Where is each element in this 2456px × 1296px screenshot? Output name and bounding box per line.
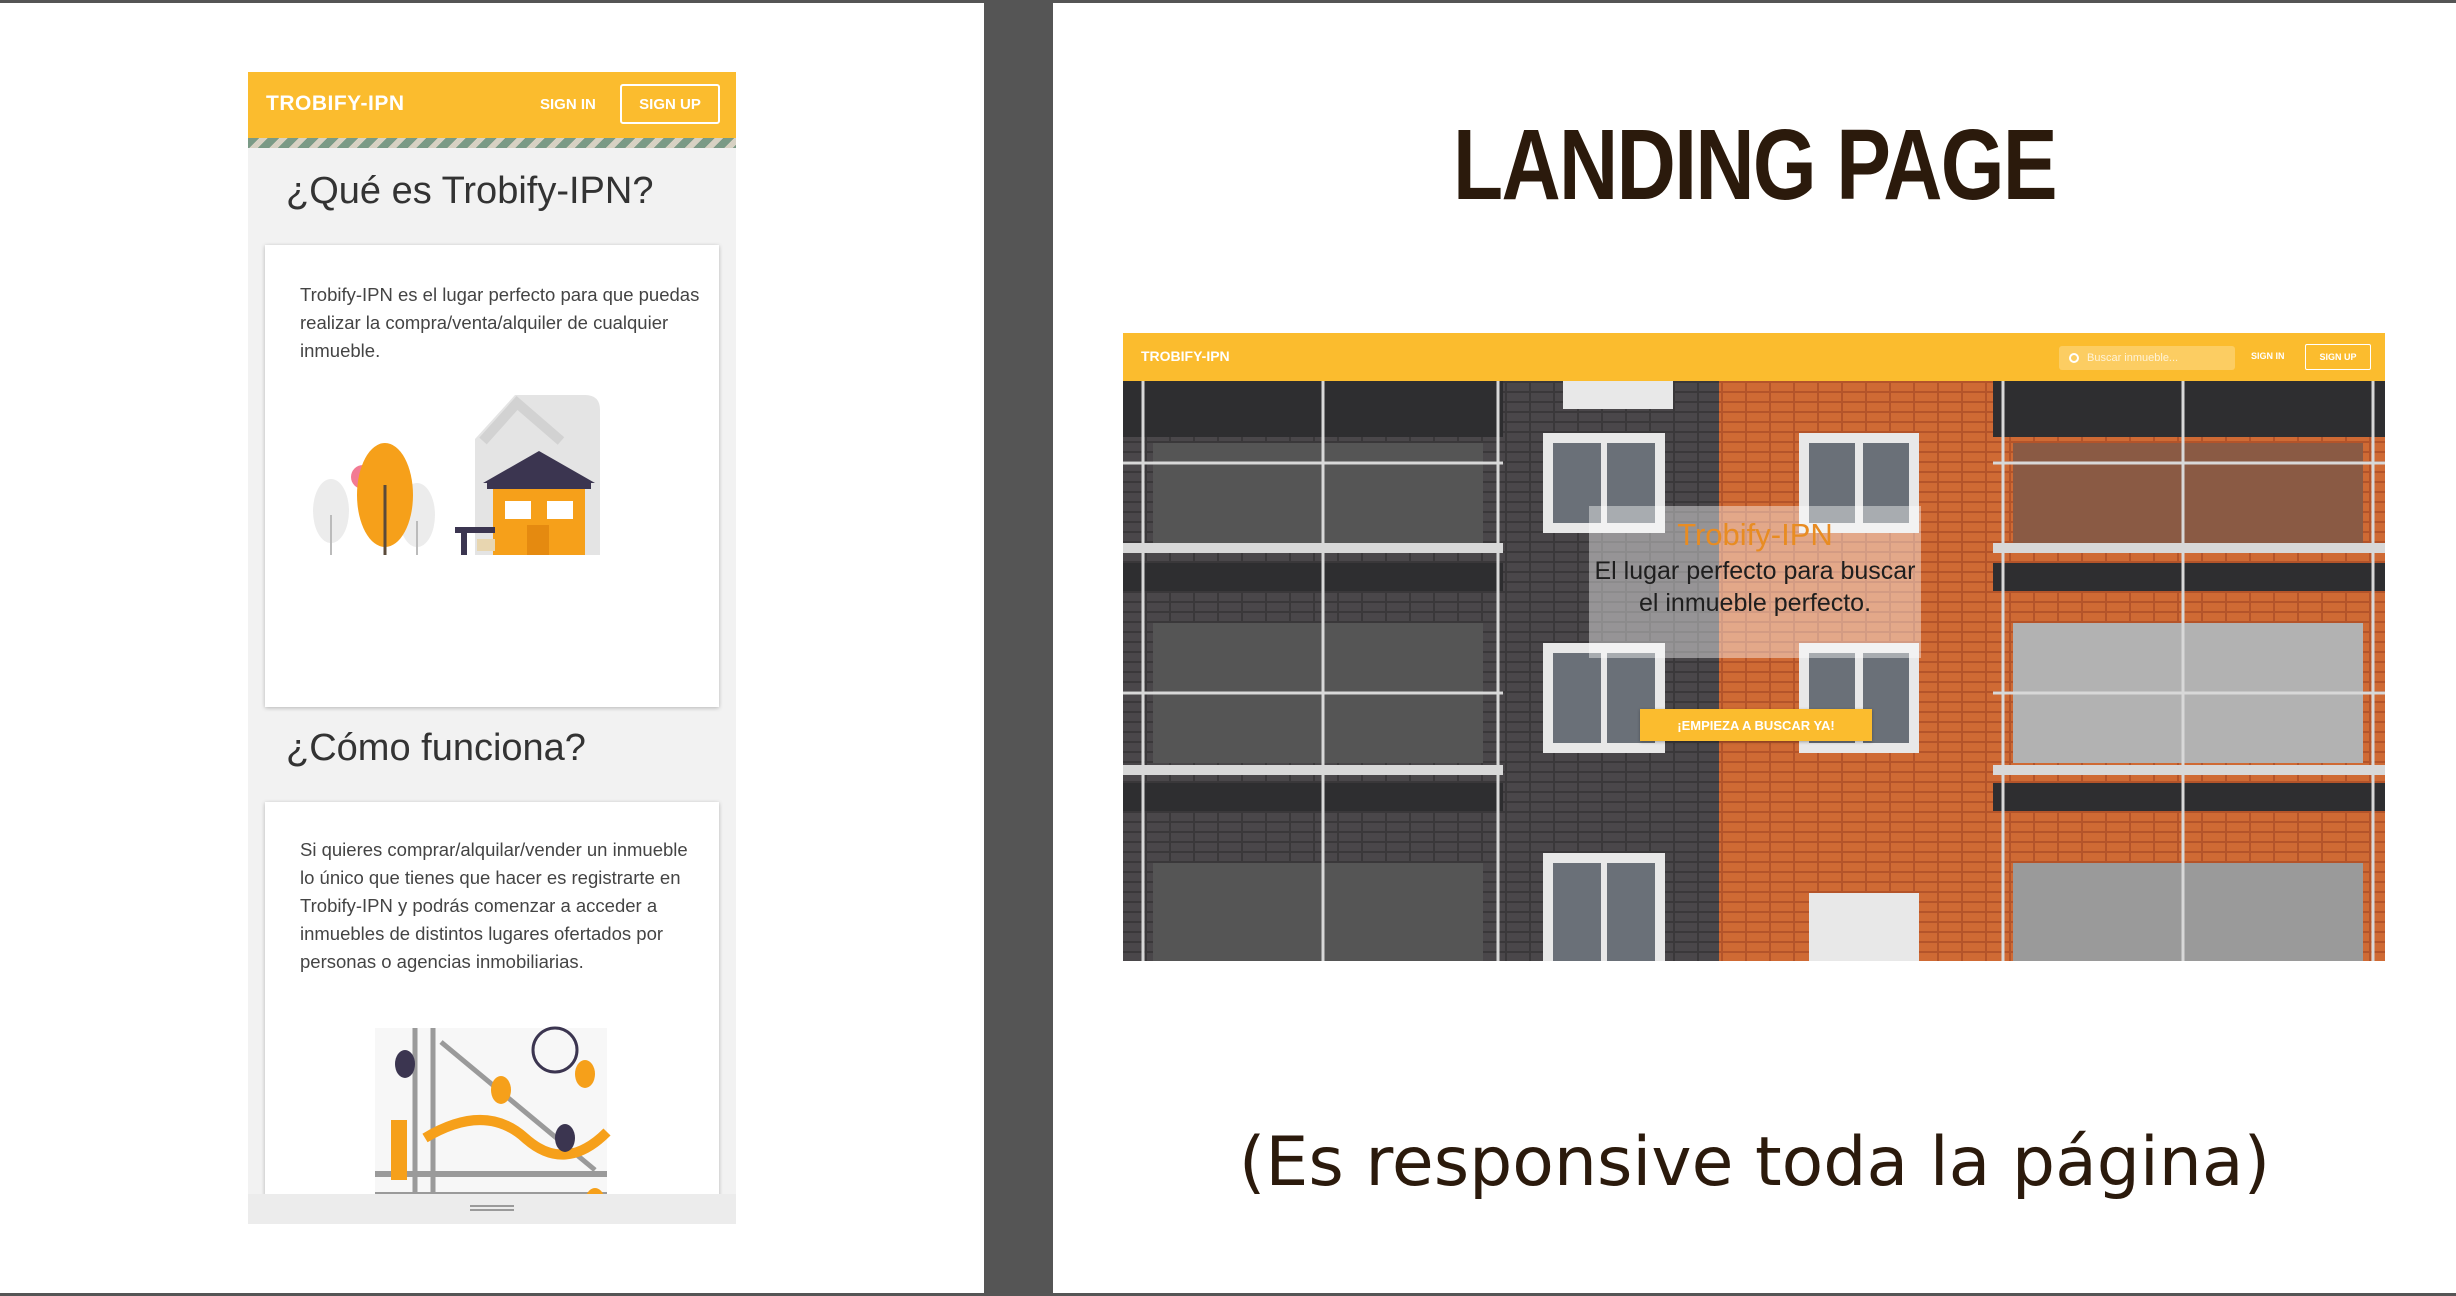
- search-placeholder: Buscar inmueble...: [2087, 352, 2179, 364]
- start-search-button[interactable]: ¡EMPIEZA A BUSCAR YA!: [1640, 709, 1872, 741]
- how-it-works-card: Si quieres comprar/alquilar/vender un in…: [265, 802, 719, 1222]
- desktop-signup-button[interactable]: SIGN UP: [2305, 344, 2371, 370]
- drag-handle-icon[interactable]: [470, 1205, 514, 1211]
- desktop-brand-logo[interactable]: TROBIFY-IPN: [1141, 348, 1230, 364]
- mobile-navbar: TROBIFY-IPN SIGN IN SIGN UP: [248, 72, 736, 138]
- hero-title: Trobify-IPN: [1677, 517, 1833, 552]
- city-map-illustration: [375, 1026, 611, 1222]
- desktop-page-mockup: TROBIFY-IPN Buscar inmueble... SIGN IN S…: [1123, 333, 2385, 961]
- mobile-preview-slide: TROBIFY-IPN SIGN IN SIGN UP ¿Qué es Trob…: [0, 3, 984, 1293]
- what-is-card: Trobify-IPN es el lugar perfecto para qu…: [265, 245, 719, 707]
- mobile-signin-link[interactable]: SIGN IN: [540, 96, 596, 113]
- landing-page-slide: LANDING PAGE TROBIFY-IPN Buscar inmueble…: [1053, 3, 2456, 1293]
- house-illustration: [313, 395, 600, 555]
- mobile-page-mockup: TROBIFY-IPN SIGN IN SIGN UP ¿Qué es Trob…: [248, 72, 736, 1224]
- search-icon: [2069, 353, 2079, 363]
- slide-title: LANDING PAGE: [1453, 109, 2058, 221]
- hero-subtitle: El lugar perfecto para buscar el inmuebl…: [1594, 557, 1916, 617]
- slide-caption: (Es responsive toda la página): [1238, 1123, 2271, 1202]
- hero-image-strip: [248, 138, 736, 148]
- mobile-signup-button[interactable]: SIGN UP: [620, 84, 720, 124]
- desktop-signin-link[interactable]: SIGN IN: [2251, 351, 2285, 361]
- search-input[interactable]: Buscar inmueble...: [2059, 346, 2235, 370]
- desktop-navbar: TROBIFY-IPN Buscar inmueble... SIGN IN S…: [1123, 333, 2385, 381]
- mobile-brand-logo[interactable]: TROBIFY-IPN: [266, 92, 405, 116]
- section-title-how-it-works: ¿Cómo funciona?: [286, 727, 586, 769]
- section-title-what-is: ¿Qué es Trobify-IPN?: [286, 170, 654, 212]
